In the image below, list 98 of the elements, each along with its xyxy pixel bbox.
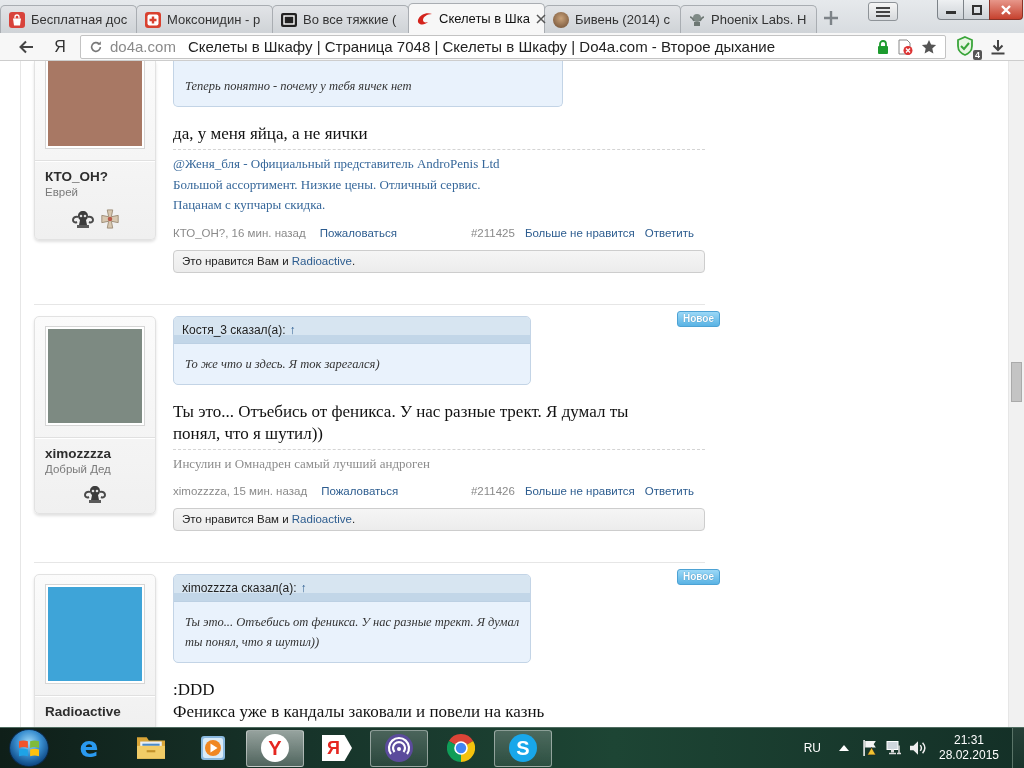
minimize-button[interactable] xyxy=(937,0,964,20)
cross-tile-icon xyxy=(145,11,161,28)
new-badge: Новое xyxy=(677,310,720,327)
spiral-icon xyxy=(385,734,413,762)
cross-icon xyxy=(99,209,120,229)
post-number-link[interactable]: #211426 xyxy=(470,484,515,498)
ornament-icon xyxy=(83,485,107,503)
maximize-icon xyxy=(971,4,982,15)
post-byline: ximozzzza, 15 мин. назад xyxy=(173,484,308,498)
username-link[interactable]: Radioactive xyxy=(45,704,145,720)
quote-text: Теперь понятно - почему у тебя яичек нет xyxy=(184,78,413,95)
report-link[interactable]: Пожаловаться xyxy=(319,225,397,240)
speaker-icon[interactable] xyxy=(910,741,926,755)
maximize-button[interactable] xyxy=(963,0,990,20)
taskbar-button[interactable]: e xyxy=(60,729,118,767)
quote-jump-link[interactable]: ↑ xyxy=(300,575,307,601)
language-indicator[interactable]: RU xyxy=(803,741,821,755)
plus-icon xyxy=(824,11,838,25)
signature-text: Инсулин и Омнадрен самый лучший андроген xyxy=(173,448,705,474)
new-badge: Новое xyxy=(677,569,720,585)
avatar-photo[interactable] xyxy=(45,325,145,426)
user-link[interactable]: Radioactive xyxy=(291,254,352,267)
taskbar-button[interactable] xyxy=(370,729,428,767)
thumbnail-icon xyxy=(553,11,569,28)
quote-author: Костя_3 сказал(а): xyxy=(182,321,286,339)
signature-link[interactable]: @Женя_бля - Официальный представитель AndroPenis Ltd Большой ассортимент. Низкие цены. Отличный сервис. Пацанам с купчары скидка. xyxy=(173,149,705,216)
swoosh-logo-icon xyxy=(417,10,433,27)
emblem-icon xyxy=(689,11,705,28)
message-text: :DDD Феникса уже в кандалы заковали и повели на казнь xyxy=(173,679,546,723)
username-link[interactable]: ximozzzza xyxy=(45,445,145,462)
report-link[interactable]: Пожаловаться xyxy=(321,484,399,498)
unlike-link[interactable]: Больше не нравится xyxy=(524,225,635,240)
extension-button[interactable]: 4 xyxy=(954,33,982,60)
avatar-photo[interactable] xyxy=(45,61,145,149)
download-icon xyxy=(990,38,1006,55)
start-button[interactable] xyxy=(9,729,49,767)
reply-link[interactable]: Ответить xyxy=(644,484,694,498)
back-arrow-icon xyxy=(18,38,34,55)
scrollbar-thumb[interactable] xyxy=(1011,362,1022,402)
browser-tab[interactable]: Во все тяжкие ( xyxy=(272,5,409,33)
shield-check-icon xyxy=(956,35,974,56)
close-icon xyxy=(1001,4,1011,15)
post-byline: КТО_ОН?, 16 мин. назад xyxy=(173,225,306,240)
address-domain: do4a.com xyxy=(110,38,176,55)
triangle-up-icon[interactable] xyxy=(839,745,849,751)
folder-icon xyxy=(137,737,165,759)
reply-link[interactable]: Ответить xyxy=(644,225,694,240)
reload-icon[interactable] xyxy=(89,39,103,54)
minimize-icon xyxy=(945,11,956,14)
scrollbar[interactable] xyxy=(1008,61,1024,727)
y-logo-icon: Y xyxy=(261,734,289,762)
close-icon[interactable] xyxy=(535,13,546,24)
page-title-text: Скелеты в Шкафу | Страница 7048 | Скелеты в Шкафу | Do4a.com - Второе дыхание xyxy=(187,38,775,55)
extension-count: 4 xyxy=(973,49,982,60)
user-link[interactable]: Radioactive xyxy=(291,513,352,525)
likes-text: Это нравится Вам и Radioactive. xyxy=(182,513,356,525)
wheel-icon xyxy=(447,734,475,762)
address-bar[interactable]: do4a.com Скелеты в Шкафу | Страница 7048 | Скелеты в Шкафу | Do4a.com - Второе дыхание xyxy=(80,34,946,59)
monitor-icon[interactable] xyxy=(886,741,902,755)
page-cross-icon[interactable] xyxy=(897,38,913,55)
user-title: Добрый Дед xyxy=(45,461,112,476)
ornament-icon xyxy=(70,210,95,228)
pane-flag-icon xyxy=(19,739,39,757)
taskbar-button[interactable]: Y xyxy=(246,729,304,767)
message-text: Ты это... Отъебись от феникса. У нас разные трект. Я думал ты понял, что я шутил)) xyxy=(173,400,630,445)
flag-icon[interactable] xyxy=(863,740,878,756)
avatar-photo[interactable] xyxy=(45,584,145,684)
clock-time[interactable]: 21:31 xyxy=(954,733,984,748)
close-button[interactable] xyxy=(989,0,1023,20)
lock-icon[interactable] xyxy=(877,39,889,54)
s-logo-icon: S xyxy=(509,734,537,762)
message-text: да, у меня яйца, а не яички xyxy=(173,123,369,145)
ya-tag-icon: Я xyxy=(322,735,352,761)
browser-tab[interactable]: Моксонидин - р xyxy=(136,5,273,33)
likes-text: Это нравится Вам и Radioactive. xyxy=(182,254,356,267)
bag-icon xyxy=(9,11,25,28)
clock-date[interactable]: 28.02.2015 xyxy=(938,748,1000,763)
username-link[interactable]: КТО_ОН? xyxy=(45,169,145,185)
play-icon xyxy=(201,736,225,760)
quote-text: Ты это... Отъебись от феникса. У нас разные трект. Я думал ты понял, что я шутил)) xyxy=(184,614,521,651)
menu-button[interactable] xyxy=(868,2,898,21)
browser-tab[interactable]: Phoenix Labs. Н xyxy=(680,5,817,33)
post-number-link[interactable]: #211425 xyxy=(470,225,515,240)
e-logo-icon: e xyxy=(77,734,101,762)
home-button[interactable]: Я xyxy=(48,34,72,59)
quote-jump-link[interactable]: ↑ xyxy=(289,316,296,343)
quote-author: ximozzzza сказал(а): xyxy=(182,580,297,597)
user-title: Еврей xyxy=(45,185,79,199)
browser-tab[interactable]: Бесплатная дос xyxy=(0,5,137,33)
star-icon[interactable] xyxy=(921,38,937,55)
screen-icon xyxy=(281,11,297,28)
browser-tab[interactable]: Бивень (2014) с xyxy=(544,5,681,33)
menu-icon xyxy=(876,6,890,17)
taskbar-button[interactable]: Я xyxy=(308,729,366,767)
browser-tab[interactable]: Скелеты в Шка xyxy=(408,3,545,33)
quote-text: То же что и здесь. Я ток зарегался) xyxy=(184,355,381,373)
unlike-link[interactable]: Больше не нравится xyxy=(524,484,635,498)
show-desktop-button[interactable] xyxy=(1012,728,1024,768)
